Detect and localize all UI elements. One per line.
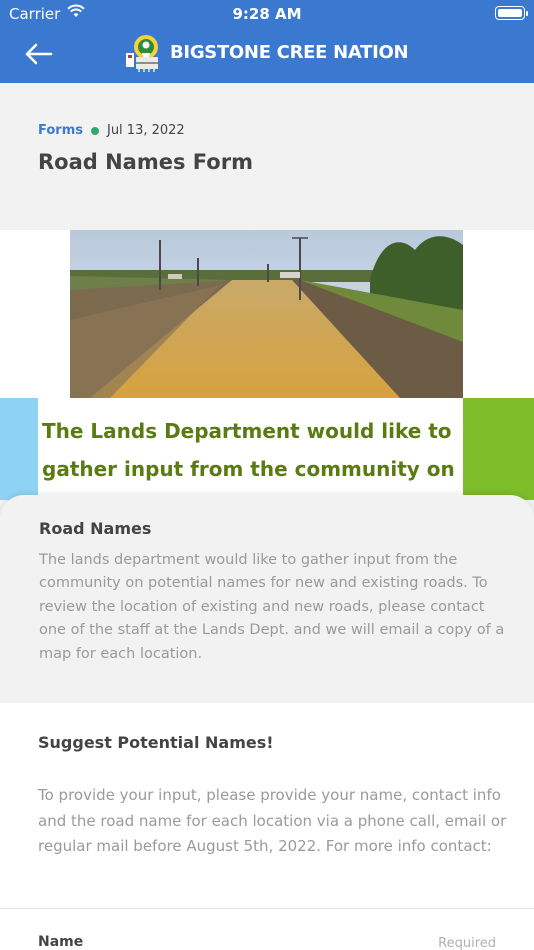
name-field-required: Required: [438, 936, 496, 950]
status-dot: [90, 126, 99, 135]
page-title: Road Names Form: [38, 150, 253, 174]
suggest-section: Suggest Potential Names! To provide your…: [0, 703, 534, 909]
card-body: The lands department would like to gathe…: [39, 552, 505, 662]
road-photo: [70, 230, 463, 398]
brand-title: BIGSTONE CREE NATION: [170, 42, 409, 63]
back-arrow-icon[interactable]: [24, 40, 54, 68]
nation-logo: [126, 35, 158, 72]
post-date: Jul 13, 2022: [106, 123, 185, 138]
intro-card: Road Names The lands department would li…: [0, 495, 534, 703]
section-heading: Suggest Potential Names!: [38, 733, 274, 752]
name-field[interactable]: Name Required: [0, 909, 534, 950]
post-meta: Forms Jul 13, 2022: [38, 123, 185, 138]
banner-headline: The Lands Department would like to gathe…: [42, 419, 455, 481]
app-header: Carrier 9:28 AM BIGSTONE CREE NATION: [0, 0, 534, 83]
status-time: 9:28 AM: [232, 5, 302, 23]
banner-blue-block: [0, 398, 38, 500]
card-heading: Road Names: [39, 519, 152, 538]
battery-icon: [495, 6, 528, 20]
banner-image: The Lands Department would like to gathe…: [0, 230, 534, 500]
name-field-label: Name: [38, 934, 84, 950]
section-body: To provide your input, please provide yo…: [38, 786, 507, 855]
category-link[interactable]: Forms: [38, 123, 83, 138]
banner-green-block: [463, 398, 534, 500]
status-bar: Carrier 9:28 AM: [0, 0, 534, 28]
